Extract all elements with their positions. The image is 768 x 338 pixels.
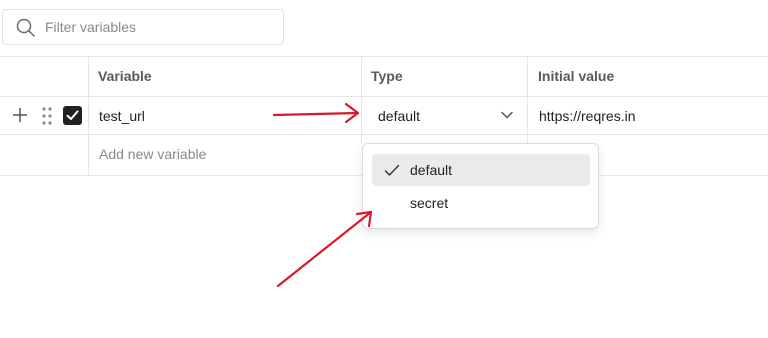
column-divider xyxy=(88,56,89,176)
column-divider xyxy=(361,56,362,144)
type-dropdown-menu: default secret xyxy=(362,143,599,229)
checkmark-icon xyxy=(66,110,79,120)
filter-variables-box[interactable] xyxy=(2,9,284,45)
add-new-variable-input[interactable]: Add new variable xyxy=(99,146,206,162)
header-bottom-border xyxy=(0,96,768,97)
type-option-label: secret xyxy=(410,195,449,211)
drag-handle-icon[interactable] xyxy=(42,107,52,125)
annotation-arrow-diagonal xyxy=(276,210,373,288)
check-icon xyxy=(384,164,400,176)
type-option-default[interactable]: default xyxy=(372,154,590,186)
annotation-arrow-right xyxy=(272,102,360,124)
header-type: Type xyxy=(371,68,403,84)
type-select[interactable]: default xyxy=(369,100,523,132)
filter-variables-input[interactable] xyxy=(45,16,275,38)
initial-value-cell[interactable]: https://reqres.in xyxy=(539,108,636,124)
type-option-secret[interactable]: secret xyxy=(372,187,590,219)
header-variable: Variable xyxy=(98,68,152,84)
type-select-value: default xyxy=(378,108,421,124)
type-option-label: default xyxy=(410,162,453,178)
search-icon xyxy=(16,18,35,37)
chevron-down-icon xyxy=(501,111,513,119)
row-bottom-border xyxy=(0,134,768,135)
header-initial-value: Initial value xyxy=(538,68,615,84)
table-top-border xyxy=(0,56,768,57)
variable-name-cell[interactable]: test_url xyxy=(99,108,145,124)
column-divider xyxy=(527,56,528,144)
add-row-icon[interactable] xyxy=(12,107,28,123)
enable-variable-checkbox[interactable] xyxy=(63,106,82,125)
